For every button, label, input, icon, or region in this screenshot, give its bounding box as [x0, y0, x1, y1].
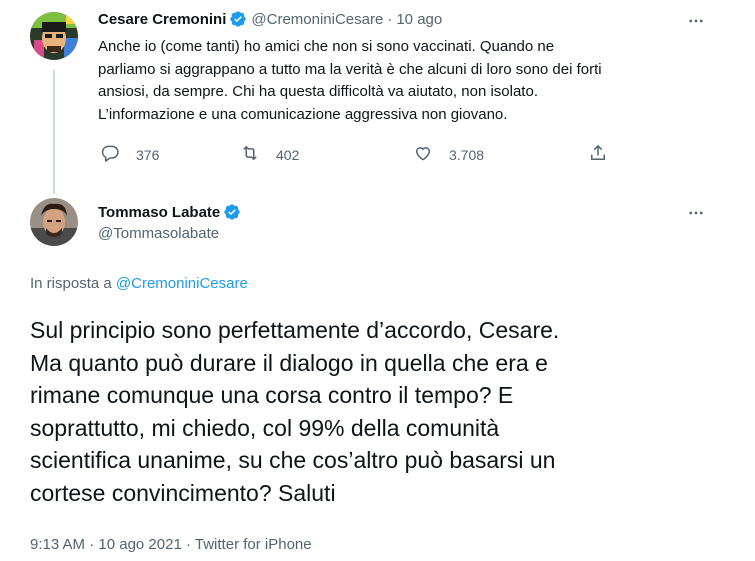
tweet-text-line: Anche io (come tanti) ho amici che non s…: [98, 38, 555, 55]
heart-icon: [413, 143, 433, 166]
tweet-text-line: parliamo si aggrappano a tutto ma la ver…: [98, 60, 602, 78]
share-icon: [588, 143, 608, 166]
reply-button[interactable]: 376: [100, 143, 159, 166]
tweet-text-line: L’informazione e una comunicazione aggre…: [98, 105, 508, 123]
separator: ·: [387, 10, 393, 28]
reply-count: 376: [136, 146, 160, 163]
tweet-time[interactable]: 9:13 AM: [30, 536, 85, 553]
author-name[interactable]: Tommaso Labate: [98, 204, 220, 221]
tweet-text-line: Sul principio sono perfettamente d’accor…: [30, 317, 560, 343]
verified-badge-icon: [229, 10, 247, 28]
separator: ·: [89, 536, 99, 553]
tweet-text-line: rimane comunque una corsa contro il temp…: [30, 382, 514, 408]
retweet-icon: [240, 143, 260, 166]
tweet-text-line: scientifica unanime, su che cos’altro pu…: [30, 447, 556, 473]
tweet-text-line: cortese convincimento? Saluti: [30, 479, 336, 506]
parent-tweet-text: Anche io (come tanti) ho amici che non s…: [98, 36, 698, 126]
main-tweet-author-row: Tommaso Labate: [98, 203, 245, 221]
retweet-button[interactable]: 402: [240, 143, 299, 166]
tweet-date[interactable]: 10 ago 2021: [98, 536, 181, 553]
reply-icon: [100, 143, 120, 166]
tweet-text-line: soprattutto, mi chiedo, col 99% della co…: [30, 414, 500, 441]
avatar-tommaso-labate[interactable]: [30, 198, 78, 246]
more-icon[interactable]: [685, 205, 707, 221]
retweet-count: 402: [276, 146, 300, 163]
tweet-actions: 376 402 3.708: [100, 143, 620, 167]
reply-context: In risposta a @CremoniniCesare: [30, 275, 248, 292]
reply-to-link[interactable]: @CremoniniCesare: [116, 275, 248, 292]
separator: ·: [185, 536, 195, 553]
avatar-cesare-cremonini[interactable]: [30, 12, 78, 60]
tweet-source[interactable]: Twitter for iPhone: [195, 536, 312, 553]
main-tweet-text: Sul principio sono perfettamente d’accor…: [30, 314, 730, 509]
tweet-time[interactable]: 10 ago: [396, 11, 442, 28]
thread-connector-line: [53, 70, 55, 194]
parent-tweet-header: Cesare Cremonini @CremoniniCesare · 10 a…: [98, 10, 442, 28]
author-handle[interactable]: @CremoniniCesare: [251, 11, 383, 28]
author-name[interactable]: Cesare Cremonini: [98, 11, 226, 28]
share-button[interactable]: [588, 143, 608, 166]
tweet-text-line: ansiosi, da sempre. Chi ha questa diffic…: [98, 83, 538, 100]
author-handle[interactable]: @Tommasolabate: [98, 225, 219, 242]
tweet-metadata: 9:13 AM · 10 ago 2021 · Twitter for iPho…: [30, 536, 312, 553]
like-count: 3.708: [449, 146, 485, 163]
verified-badge-icon: [223, 203, 241, 221]
more-icon[interactable]: [685, 13, 707, 29]
like-button[interactable]: 3.708: [413, 143, 484, 166]
tweet-text-line: Ma quanto può durare il dialogo in quell…: [30, 349, 548, 376]
reply-prefix: In risposta a: [30, 275, 112, 292]
